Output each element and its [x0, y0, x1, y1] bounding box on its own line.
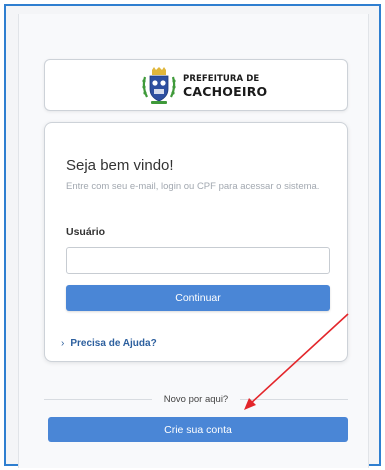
municipal-crest-icon: [142, 67, 176, 104]
continue-button[interactable]: Continuar: [66, 285, 330, 311]
logo-line-1: PREFEITURA DE: [183, 74, 260, 84]
login-card: Seja bem vindo! Entre com seu e-mail, lo…: [44, 122, 348, 362]
signup-divider: Novo por aqui?: [44, 392, 348, 406]
logo-card: PREFEITURA DE CACHOEIRO: [44, 59, 348, 111]
welcome-heading: Seja bem vindo!: [66, 157, 174, 174]
divider-line-right: [240, 398, 348, 400]
screenshot-frame: PREFEITURA DE CACHOEIRO Seja bem vindo! …: [4, 4, 381, 468]
page-container: PREFEITURA DE CACHOEIRO Seja bem vindo! …: [18, 14, 369, 468]
create-account-button[interactable]: Crie sua conta: [48, 417, 348, 442]
divider-text: Novo por aqui?: [163, 393, 229, 405]
help-link[interactable]: › Precisa de Ajuda?: [61, 338, 157, 349]
logo-text: PREFEITURA DE CACHOEIRO: [183, 75, 267, 98]
username-input[interactable]: [66, 247, 330, 274]
divider-line-left: [44, 398, 152, 400]
chevron-right-icon: ›: [61, 338, 65, 349]
help-link-label: Precisa de Ajuda?: [70, 338, 157, 349]
username-label: Usuário: [66, 226, 106, 238]
logo-line-2: CACHOEIRO: [183, 83, 268, 99]
login-instructions: Entre com seu e-mail, login ou CPF para …: [66, 181, 320, 192]
